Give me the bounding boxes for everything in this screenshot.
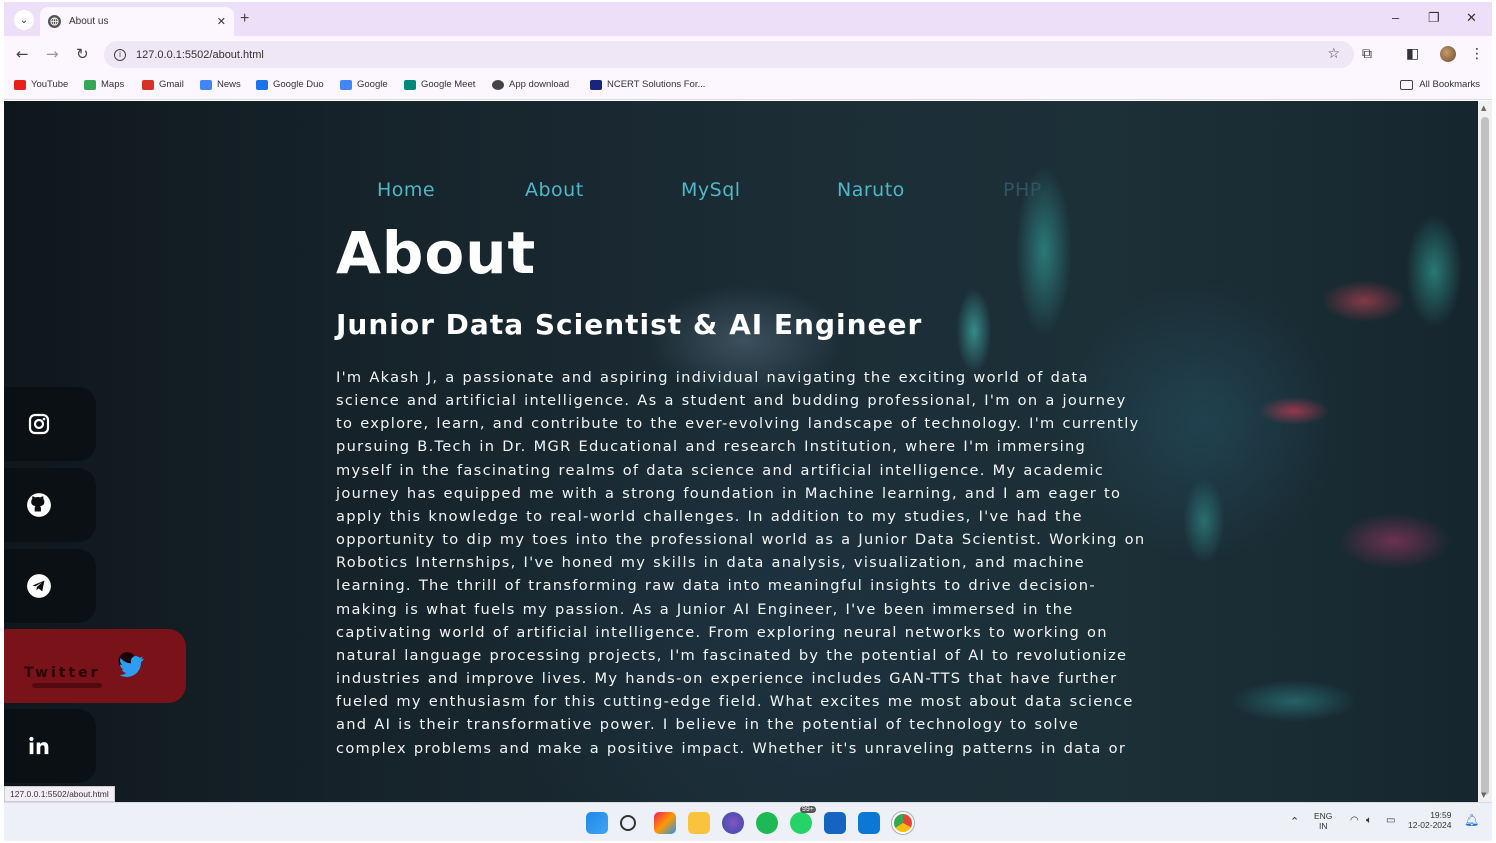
- nav-home[interactable]: Home: [377, 179, 435, 201]
- tab-search-icon[interactable]: ⌄: [14, 10, 34, 30]
- page-subtitle: Junior Data Scientist & AI Engineer: [336, 308, 923, 341]
- social-linkedin-button[interactable]: [4, 709, 96, 783]
- new-tab-button[interactable]: +: [240, 10, 249, 28]
- language-indicator[interactable]: ENG IN: [1314, 811, 1332, 831]
- whatsapp-icon[interactable]: 99+: [790, 806, 816, 834]
- meet-icon: [404, 79, 416, 90]
- bookmark-news[interactable]: News: [200, 79, 241, 90]
- bio-paragraph: I'm Akash J, a passionate and aspiring i…: [336, 369, 1146, 757]
- forward-arrow-icon[interactable]: →: [46, 45, 59, 63]
- notification-badge: 99+: [800, 806, 816, 813]
- browser-toolbar: ← → ↻ i 127.0.0.1:5502/about.html ☆ ⧉ ◧ …: [4, 36, 1492, 72]
- nav-about[interactable]: About: [525, 179, 584, 201]
- bookmark-google[interactable]: Google: [340, 79, 388, 90]
- bookmark-ncert[interactable]: NCERT Solutions For...: [590, 79, 705, 90]
- word-icon[interactable]: [824, 812, 846, 834]
- social-telegram-button[interactable]: [4, 549, 96, 623]
- copilot-icon[interactable]: [654, 812, 676, 834]
- menu-kebab-icon[interactable]: ⋮: [1470, 46, 1484, 62]
- linkedin-icon: [24, 731, 54, 761]
- bookmark-google-meet[interactable]: Google Meet: [404, 79, 475, 90]
- status-bar-url: 127.0.0.1:5502/about.html: [4, 786, 115, 802]
- duo-icon: [256, 79, 268, 90]
- notification-bell-icon[interactable]: 🔔︎: [1464, 813, 1479, 827]
- instagram-icon: [24, 409, 54, 439]
- github-icon: [24, 490, 54, 520]
- restore-button[interactable]: ❐: [1428, 10, 1440, 26]
- nav-mysql[interactable]: MySql: [681, 179, 741, 201]
- nav-naruto[interactable]: Naruto: [837, 179, 905, 201]
- twitter-handle-placeholder: [32, 683, 102, 688]
- globe-icon: [48, 15, 61, 28]
- social-github-button[interactable]: [4, 468, 96, 542]
- twitter-bird-icon: [116, 651, 146, 681]
- maps-icon: [84, 79, 96, 90]
- reload-icon[interactable]: ↻: [76, 45, 89, 63]
- twitter-label: Twitter: [24, 665, 101, 681]
- folder-icon: [1400, 79, 1414, 90]
- bookmark-star-icon[interactable]: ☆: [1327, 46, 1340, 62]
- search-icon[interactable]: [620, 815, 636, 831]
- browser-titlebar: ⌄ About us ✕ + – ❐ ✕: [4, 2, 1492, 36]
- chrome-icon[interactable]: [892, 812, 914, 834]
- site-info-icon[interactable]: i: [114, 48, 126, 61]
- page-viewport: Home About MySql Naruto PHP About Junior…: [4, 101, 1478, 802]
- file-explorer-icon[interactable]: [688, 812, 710, 834]
- all-bookmarks[interactable]: All Bookmarks: [1400, 79, 1480, 90]
- wifi-icon[interactable]: ◠: [1350, 815, 1359, 826]
- clock[interactable]: 19:59 12-02-2024: [1408, 810, 1451, 830]
- url-text[interactable]: 127.0.0.1:5502/about.html: [136, 49, 264, 61]
- page-scrollbar[interactable]: ▲ ▼: [1478, 101, 1492, 802]
- back-arrow-icon[interactable]: ←: [16, 45, 29, 63]
- news-icon: [200, 79, 212, 90]
- bookmark-gmail[interactable]: Gmail: [142, 79, 184, 90]
- extensions-icon[interactable]: ⧉: [1362, 46, 1372, 62]
- ncert-icon: [590, 79, 602, 90]
- social-instagram-button[interactable]: [4, 387, 96, 461]
- scroll-up-arrow-icon[interactable]: ▲: [1481, 104, 1486, 112]
- windows-taskbar: 99+ ⌃ ENG IN ◠ 🔈︎ ▭ 19:59 12-02-2024 🔔︎: [4, 802, 1492, 841]
- telegram-icon: [24, 571, 54, 601]
- side-panel-icon[interactable]: ◧: [1406, 46, 1419, 62]
- vscode-icon[interactable]: [858, 812, 880, 834]
- volume-icon[interactable]: 🔈︎: [1366, 815, 1372, 826]
- profile-avatar[interactable]: [1440, 46, 1456, 62]
- scrollbar-thumb[interactable]: [1481, 117, 1489, 795]
- bookmark-youtube[interactable]: YouTube: [14, 79, 68, 90]
- youtube-icon: [14, 79, 26, 90]
- bookmarks-bar: YouTube Maps Gmail News Google Duo Googl…: [4, 72, 1492, 100]
- scroll-down-arrow-icon[interactable]: ▼: [1481, 791, 1486, 799]
- google-icon: [340, 79, 352, 90]
- tab-title: About us: [69, 16, 109, 27]
- minimize-button[interactable]: –: [1392, 10, 1399, 25]
- gmail-icon: [142, 79, 154, 90]
- browser-tab[interactable]: About us ✕: [40, 7, 234, 36]
- bookmark-maps[interactable]: Maps: [84, 79, 124, 90]
- browser-app-icon[interactable]: [722, 812, 744, 834]
- nav-php[interactable]: PHP: [1003, 179, 1042, 201]
- close-window-button[interactable]: ✕: [1466, 10, 1477, 26]
- page-title: About: [336, 219, 537, 287]
- spotify-icon[interactable]: [756, 812, 778, 834]
- bookmark-app-download[interactable]: App download: [492, 79, 569, 90]
- address-bar[interactable]: i 127.0.0.1:5502/about.html ☆: [104, 41, 1354, 68]
- battery-icon[interactable]: ▭: [1386, 815, 1395, 826]
- start-windows-icon[interactable]: [586, 812, 608, 834]
- tab-close-icon[interactable]: ✕: [217, 15, 226, 28]
- globe-icon: [492, 79, 504, 90]
- tray-chevron-icon[interactable]: ⌃: [1290, 815, 1299, 828]
- bookmark-google-duo[interactable]: Google Duo: [256, 79, 324, 90]
- social-twitter-button[interactable]: Twitter: [4, 629, 186, 703]
